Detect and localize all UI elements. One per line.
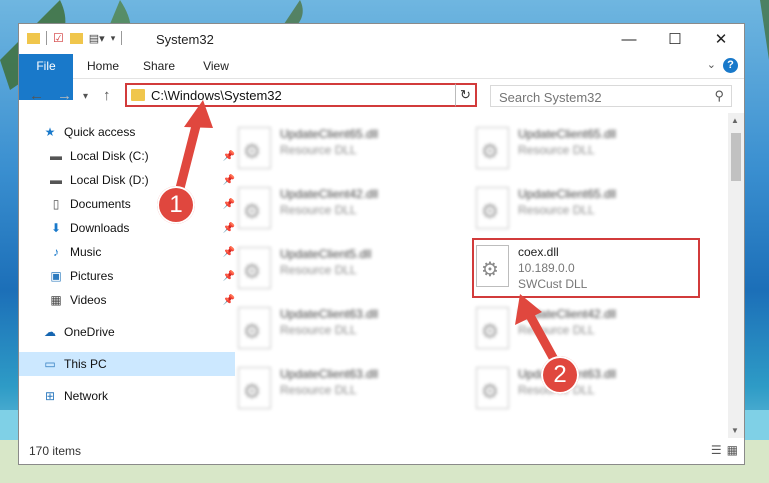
callout-2: 2	[541, 356, 579, 394]
callout-1: 1	[157, 186, 195, 224]
arrow-1-head	[184, 100, 213, 128]
arrow-1-shaft	[173, 113, 203, 201]
arrow-2-shaft	[523, 307, 561, 368]
annotation-arrows	[173, 100, 561, 368]
